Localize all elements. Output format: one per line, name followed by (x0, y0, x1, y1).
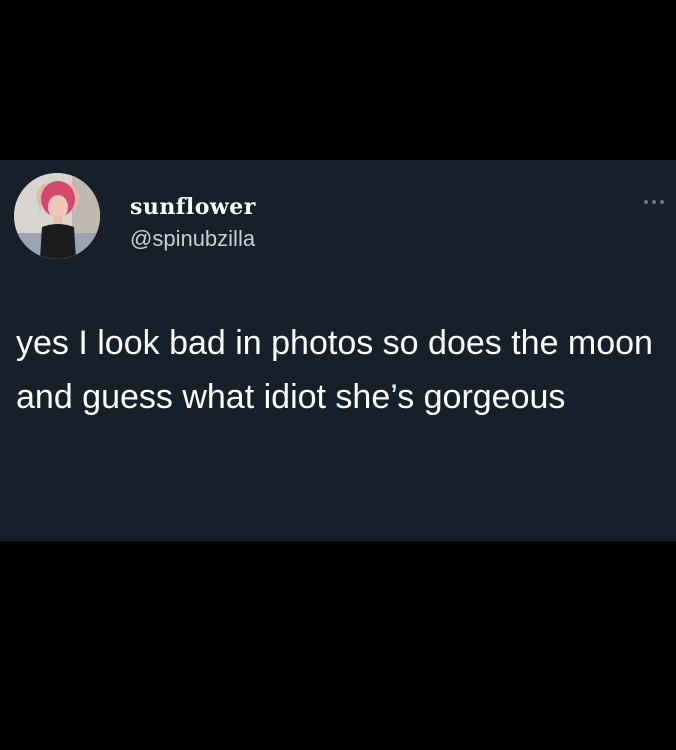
more-horizontal-icon (652, 200, 656, 204)
tweet-text: yes I look bad in photos so does the moo… (16, 324, 653, 416)
avatar[interactable] (14, 173, 100, 259)
more-horizontal-icon (660, 200, 664, 204)
display-name[interactable]: sunflower (130, 194, 256, 220)
avatar-photo (14, 173, 100, 259)
tweet-card: sunflower @spinubzilla yes I look bad in… (0, 160, 676, 541)
user-handle[interactable]: @spinubzilla (130, 226, 255, 252)
more-horizontal-icon (644, 200, 648, 204)
more-options-button[interactable] (640, 190, 676, 214)
